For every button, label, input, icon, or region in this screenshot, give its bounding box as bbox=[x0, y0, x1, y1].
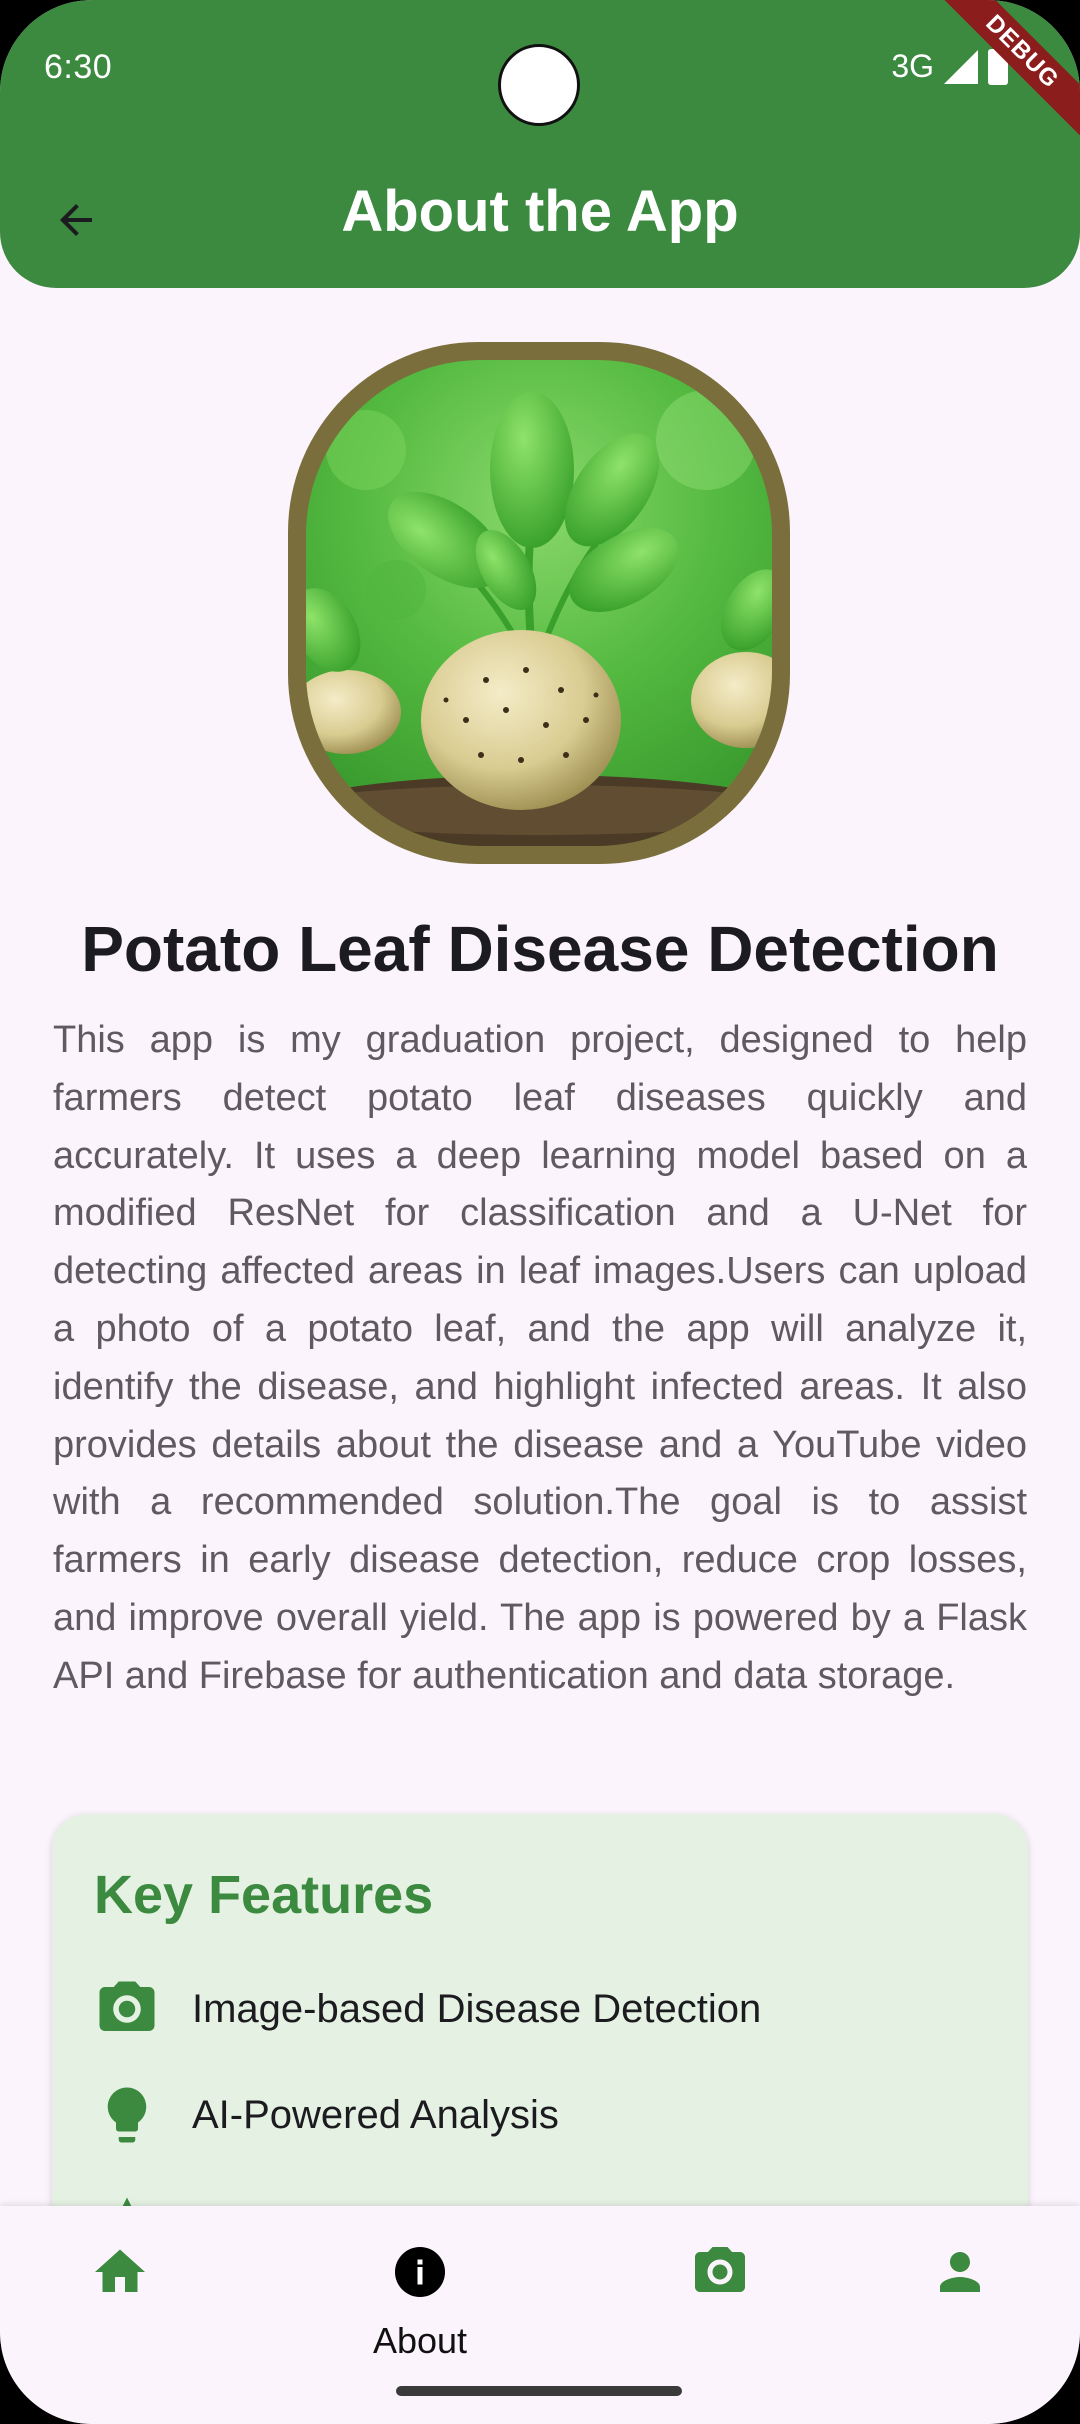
lightbulb-icon bbox=[94, 2082, 160, 2148]
person-icon bbox=[940, 2252, 980, 2292]
feature-item: AI-Powered Analysis bbox=[94, 2082, 559, 2148]
feature-label: Image-based Disease Detection bbox=[192, 1986, 762, 2031]
camera-icon bbox=[695, 2247, 745, 2292]
hero-image bbox=[288, 342, 790, 864]
page-title: Potato Leaf Disease Detection bbox=[81, 913, 999, 985]
home-icon bbox=[95, 2249, 145, 2292]
phone-screen: 6:30 3G DEBUG About the App Potato Leaf … bbox=[0, 0, 1080, 2424]
camera-icon bbox=[94, 1976, 160, 2042]
camera-cutout bbox=[498, 44, 580, 126]
app-description: This app is my graduation project, desig… bbox=[53, 1019, 1027, 1697]
feature-item: Image-based Disease Detection bbox=[94, 1976, 761, 2042]
home-indicator[interactable] bbox=[396, 2386, 682, 2396]
signal-icon bbox=[944, 49, 978, 84]
page-header-title: About the App bbox=[341, 179, 739, 244]
status-time: 6:30 bbox=[44, 48, 113, 86]
nav-item-camera[interactable] bbox=[620, 2230, 820, 2314]
potato-illustration bbox=[306, 390, 772, 846]
info-icon bbox=[395, 2247, 445, 2297]
nav-label-about: About bbox=[372, 2320, 468, 2361]
status-indicators: 3G bbox=[891, 43, 1008, 85]
features-title: Key Features bbox=[94, 1865, 434, 1925]
nav-item-about[interactable]: About bbox=[320, 2230, 520, 2362]
nav-item-home[interactable] bbox=[20, 2230, 220, 2314]
network-type: 3G bbox=[891, 48, 934, 84]
nav-item-profile[interactable] bbox=[860, 2230, 1060, 2314]
feature-label: AI-Powered Analysis bbox=[192, 2092, 559, 2137]
potato-plant-image bbox=[306, 360, 772, 846]
app-bar: 6:30 3G DEBUG About the App bbox=[0, 0, 1080, 288]
